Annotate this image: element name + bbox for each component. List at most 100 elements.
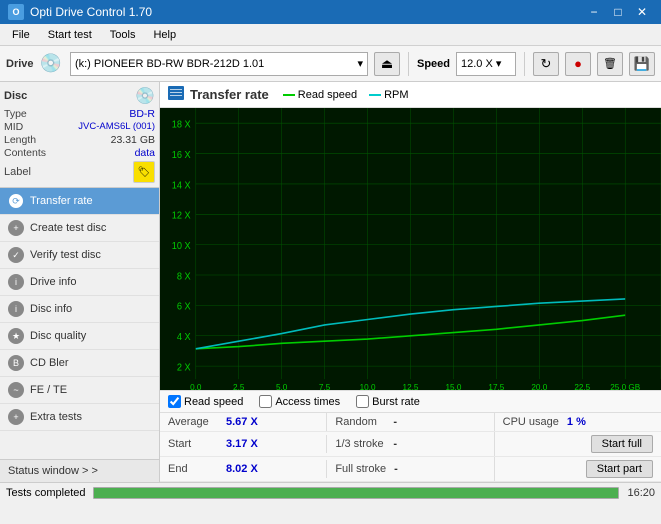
menu-bar: File Start test Tools Help bbox=[0, 24, 661, 46]
stats-row-2: Start 3.17 X 1/3 stroke - Start full bbox=[160, 432, 661, 457]
disc-type-label: Type bbox=[4, 108, 27, 120]
legend-rpm-label: RPM bbox=[384, 89, 408, 101]
nav-transfer-rate-label: Transfer rate bbox=[30, 195, 93, 207]
chart-controls: Read speed Access times Burst rate bbox=[160, 390, 661, 412]
nav-cd-bler-label: CD Bler bbox=[30, 357, 69, 369]
nav-transfer-rate-icon: ⟳ bbox=[8, 193, 24, 209]
nav-cd-bler[interactable]: B CD Bler bbox=[0, 350, 159, 377]
stat-stroke13-label: 1/3 stroke bbox=[335, 438, 385, 450]
status-bar: Tests completed 16:20 bbox=[0, 482, 661, 502]
stat-average: Average 5.67 X bbox=[160, 413, 326, 431]
main-layout: Disc 💿 Type BD-R MID JVC-AMS6L (001) Len… bbox=[0, 82, 661, 482]
disc-button[interactable]: ● bbox=[565, 52, 591, 76]
legend-read-speed: Read speed bbox=[283, 89, 357, 101]
svg-text:25.0 GB: 25.0 GB bbox=[610, 382, 640, 390]
disc-section: Disc 💿 Type BD-R MID JVC-AMS6L (001) Len… bbox=[0, 82, 159, 188]
disc-contents-value: data bbox=[135, 147, 155, 159]
start-part-button[interactable]: Start part bbox=[586, 460, 653, 478]
nav-disc-info[interactable]: i Disc info bbox=[0, 296, 159, 323]
speed-select-value: 12.0 X ▾ bbox=[461, 57, 501, 70]
stat-full-stroke-label: Full stroke bbox=[335, 463, 386, 475]
legend-read-speed-color bbox=[283, 94, 295, 96]
nav-verify-test-disc-icon: ✓ bbox=[8, 247, 24, 263]
drive-icon-group: 💿 bbox=[40, 53, 62, 74]
save-button[interactable]: 💾 bbox=[629, 52, 655, 76]
svg-text:10.0: 10.0 bbox=[360, 382, 376, 390]
stat-cpu-label: CPU usage bbox=[503, 416, 559, 428]
drive-select[interactable]: (k:) PIONEER BD-RW BDR-212D 1.01 ▾ bbox=[70, 52, 368, 76]
disc-label-row: Label 🏷 bbox=[4, 161, 155, 183]
nav-extra-tests[interactable]: + Extra tests bbox=[0, 404, 159, 431]
app-title: Opti Drive Control 1.70 bbox=[30, 5, 152, 19]
close-button[interactable]: ✕ bbox=[631, 3, 653, 21]
disc-length-label: Length bbox=[4, 134, 36, 146]
nav-extra-tests-label: Extra tests bbox=[30, 411, 82, 423]
control-read-speed: Read speed bbox=[168, 395, 243, 408]
chart-area: 18 X 16 X 14 X 12 X 10 X 8 X 6 X 4 X 2 X… bbox=[160, 108, 661, 390]
burst-rate-checkbox[interactable] bbox=[356, 395, 369, 408]
stat-average-label: Average bbox=[168, 416, 218, 428]
stat-start-label: Start bbox=[168, 438, 218, 450]
access-times-checkbox[interactable] bbox=[259, 395, 272, 408]
drive-label: Drive bbox=[6, 58, 34, 70]
burst-rate-control-label: Burst rate bbox=[372, 396, 420, 408]
svg-text:17.5: 17.5 bbox=[488, 382, 504, 390]
title-bar: O Opti Drive Control 1.70 − □ ✕ bbox=[0, 0, 661, 24]
status-window-button[interactable]: Status window > > bbox=[0, 459, 159, 482]
refresh-button[interactable]: ↻ bbox=[533, 52, 559, 76]
svg-text:22.5: 22.5 bbox=[574, 382, 590, 390]
menu-help[interactable]: Help bbox=[145, 27, 184, 43]
disc-section-title: Disc bbox=[4, 90, 27, 102]
menu-file[interactable]: File bbox=[4, 27, 38, 43]
minimize-button[interactable]: − bbox=[583, 3, 605, 21]
drive-disc-icon: 💿 bbox=[40, 53, 62, 74]
app-icon: O bbox=[8, 4, 24, 20]
nav-fe-te[interactable]: ~ FE / TE bbox=[0, 377, 159, 404]
disc-label-label: Label bbox=[4, 166, 31, 178]
drive-select-chevron: ▾ bbox=[357, 57, 363, 70]
stat-full-stroke: Full stroke - bbox=[326, 460, 493, 478]
left-panel: Disc 💿 Type BD-R MID JVC-AMS6L (001) Len… bbox=[0, 82, 160, 482]
stat-random-value: - bbox=[393, 416, 397, 428]
disc-mid-value: JVC-AMS6L (001) bbox=[78, 121, 155, 133]
menu-start-test[interactable]: Start test bbox=[40, 27, 100, 43]
start-full-button[interactable]: Start full bbox=[591, 435, 653, 453]
stats-area: Average 5.67 X Random - CPU usage 1 % St… bbox=[160, 412, 661, 482]
svg-text:10 X: 10 X bbox=[172, 241, 192, 252]
stat-full-stroke-value: - bbox=[394, 463, 398, 475]
legend-rpm-color bbox=[369, 94, 381, 96]
control-access-times: Access times bbox=[259, 395, 340, 408]
stat-cpu: CPU usage 1 % bbox=[494, 413, 661, 431]
svg-text:18 X: 18 X bbox=[172, 119, 192, 130]
disc-type-row: Type BD-R bbox=[4, 108, 155, 120]
stat-start-part-group: Start part bbox=[494, 457, 661, 481]
svg-text:6 X: 6 X bbox=[177, 302, 191, 313]
menu-tools[interactable]: Tools bbox=[102, 27, 144, 43]
speed-label: Speed bbox=[417, 58, 450, 70]
read-speed-checkbox[interactable] bbox=[168, 395, 181, 408]
stat-random-label: Random bbox=[335, 416, 385, 428]
drive-select-value: (k:) PIONEER BD-RW BDR-212D 1.01 bbox=[75, 58, 264, 70]
read-speed-control-label: Read speed bbox=[184, 396, 243, 408]
eject-button[interactable]: ⏏ bbox=[374, 52, 400, 76]
stat-start: Start 3.17 X bbox=[160, 435, 326, 453]
nav-verify-test-disc[interactable]: ✓ Verify test disc bbox=[0, 242, 159, 269]
svg-text:20.0: 20.0 bbox=[531, 382, 547, 390]
nav-transfer-rate[interactable]: ⟳ Transfer rate bbox=[0, 188, 159, 215]
svg-text:5.0: 5.0 bbox=[276, 382, 288, 390]
title-bar-controls: − □ ✕ bbox=[583, 3, 653, 21]
status-time: 16:20 bbox=[627, 487, 655, 499]
nav-extra-tests-icon: + bbox=[8, 409, 24, 425]
speed-select[interactable]: 12.0 X ▾ bbox=[456, 52, 516, 76]
nav-drive-info[interactable]: i Drive info bbox=[0, 269, 159, 296]
nav-disc-quality[interactable]: ★ Disc quality bbox=[0, 323, 159, 350]
stats-row-3: End 8.02 X Full stroke - Start part bbox=[160, 457, 661, 482]
status-window-label: Status window > > bbox=[8, 465, 98, 477]
nav-create-test-disc[interactable]: + Create test disc bbox=[0, 215, 159, 242]
control-burst-rate: Burst rate bbox=[356, 395, 420, 408]
disc-mid-row: MID JVC-AMS6L (001) bbox=[4, 121, 155, 133]
svg-text:2 X: 2 X bbox=[177, 362, 191, 373]
erase-button[interactable]: 🗑 bbox=[597, 52, 623, 76]
disc-contents-label: Contents bbox=[4, 147, 46, 159]
maximize-button[interactable]: □ bbox=[607, 3, 629, 21]
